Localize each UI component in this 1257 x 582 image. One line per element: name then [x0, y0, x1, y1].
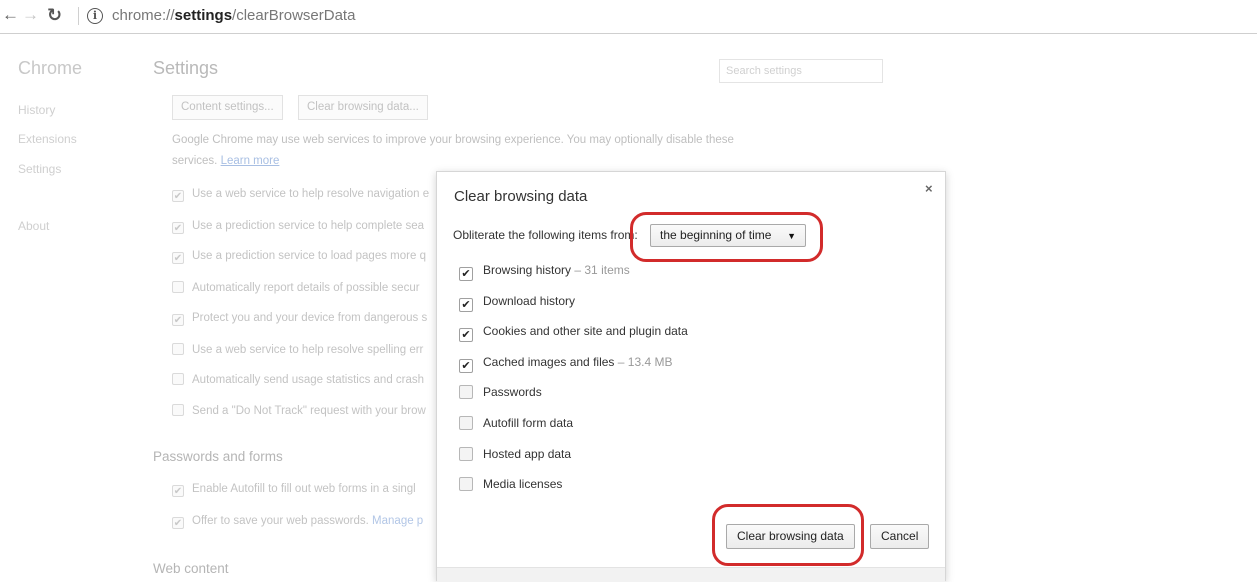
- privacy-option[interactable]: Automatically report details of possible…: [172, 281, 434, 294]
- checkbox-checked[interactable]: ✔: [172, 222, 184, 234]
- clear-item-autofill[interactable]: Autofill form data: [459, 416, 573, 430]
- checkbox-unchecked[interactable]: [459, 477, 473, 491]
- privacy-description-line-2: services. Learn more: [172, 155, 280, 167]
- cancel-button[interactable]: Cancel: [870, 524, 930, 549]
- close-icon[interactable]: ×: [925, 181, 933, 196]
- brand-title: Chrome: [18, 58, 83, 78]
- privacy-option[interactable]: Use a web service to help resolve spelli…: [172, 343, 434, 356]
- address-bar: ← → ↻ i chrome://settings/clearBrowserDa…: [0, 0, 1257, 34]
- checkbox-checked[interactable]: ✔: [172, 190, 184, 202]
- checkbox-checked[interactable]: ✔: [459, 267, 473, 281]
- sidebar-item-extensions[interactable]: Extensions: [18, 132, 77, 146]
- url-field[interactable]: chrome://settings/clearBrowserData: [112, 7, 355, 25]
- privacy-option[interactable]: ✔ Use a prediction service to help comple…: [172, 220, 434, 234]
- sidebar-item-history[interactable]: History: [18, 103, 55, 117]
- clear-item-cached-images[interactable]: ✔ Cached images and files – 13.4 MB: [459, 355, 672, 373]
- time-range-select[interactable]: the beginning of time ▼: [650, 224, 806, 247]
- checkbox-unchecked[interactable]: [172, 373, 184, 385]
- passwords-section-heading: Passwords and forms: [153, 449, 283, 464]
- sidebar-item-settings[interactable]: Settings: [18, 162, 61, 176]
- checkbox-unchecked[interactable]: [172, 404, 184, 416]
- clear-item-passwords[interactable]: Passwords: [459, 385, 542, 399]
- forward-arrow-icon[interactable]: →: [22, 5, 39, 25]
- privacy-option[interactable]: Send a "Do Not Track" request with your …: [172, 404, 434, 417]
- checkbox-unchecked[interactable]: [459, 447, 473, 461]
- web-content-section-heading: Web content: [153, 561, 229, 576]
- clear-browsing-data-confirm-button[interactable]: Clear browsing data: [726, 524, 855, 549]
- password-option[interactable]: ✔ Enable Autofill to fill out web forms i…: [172, 483, 434, 497]
- checkbox-unchecked[interactable]: [459, 416, 473, 430]
- clear-browsing-data-button[interactable]: Clear browsing data...: [298, 95, 428, 120]
- checkbox-checked[interactable]: ✔: [172, 252, 184, 264]
- checkbox-unchecked[interactable]: [172, 343, 184, 355]
- clear-item-browsing-history[interactable]: ✔ Browsing history – 31 items: [459, 263, 630, 281]
- content-settings-button[interactable]: Content settings...: [172, 95, 283, 120]
- checkbox-checked[interactable]: ✔: [459, 328, 473, 342]
- checkbox-checked[interactable]: ✔: [172, 485, 184, 497]
- privacy-description: Google Chrome may use web services to im…: [172, 134, 734, 146]
- dialog-title: Clear browsing data: [454, 188, 588, 205]
- privacy-option[interactable]: ✔ Protect you and your device from danger…: [172, 312, 434, 326]
- checkbox-unchecked[interactable]: [459, 385, 473, 399]
- info-icon[interactable]: i: [87, 8, 103, 24]
- clear-item-media-licenses[interactable]: Media licenses: [459, 477, 562, 491]
- clear-item-cookies[interactable]: ✔ Cookies and other site and plugin data: [459, 324, 688, 342]
- chevron-down-icon: ▼: [787, 231, 796, 241]
- privacy-option[interactable]: Automatically send usage statistics and …: [172, 373, 434, 386]
- obliterate-label: Obliterate the following items from:: [453, 228, 638, 242]
- clear-browsing-data-dialog: Clear browsing data × Obliterate the fol…: [436, 171, 946, 582]
- item-detail: – 31 items: [574, 263, 630, 277]
- time-range-value: the beginning of time: [660, 228, 772, 242]
- back-arrow-icon[interactable]: ←: [2, 5, 19, 25]
- checkbox-unchecked[interactable]: [172, 281, 184, 293]
- page-title: Settings: [153, 58, 219, 78]
- url-separator: [78, 7, 79, 25]
- checkbox-checked[interactable]: ✔: [172, 314, 184, 326]
- item-detail: – 13.4 MB: [617, 355, 673, 369]
- privacy-option[interactable]: ✔ Use a prediction service to load pages …: [172, 250, 434, 264]
- privacy-option[interactable]: ✔ Use a web service to help resolve navig…: [172, 188, 434, 202]
- search-input[interactable]: Search settings: [719, 59, 883, 83]
- reload-icon[interactable]: ↻: [47, 5, 62, 25]
- manage-passwords-link[interactable]: Manage p: [372, 515, 423, 527]
- clear-item-hosted-app-data[interactable]: Hosted app data: [459, 447, 571, 461]
- password-option[interactable]: ✔ Offer to save your web passwords. Manag…: [172, 515, 434, 529]
- checkbox-checked[interactable]: ✔: [172, 517, 184, 529]
- learn-more-link[interactable]: Learn more: [221, 155, 280, 167]
- sidebar-item-about[interactable]: About: [18, 219, 49, 233]
- checkbox-checked[interactable]: ✔: [459, 298, 473, 312]
- checkbox-checked[interactable]: ✔: [459, 359, 473, 373]
- clear-item-download-history[interactable]: ✔ Download history: [459, 294, 575, 312]
